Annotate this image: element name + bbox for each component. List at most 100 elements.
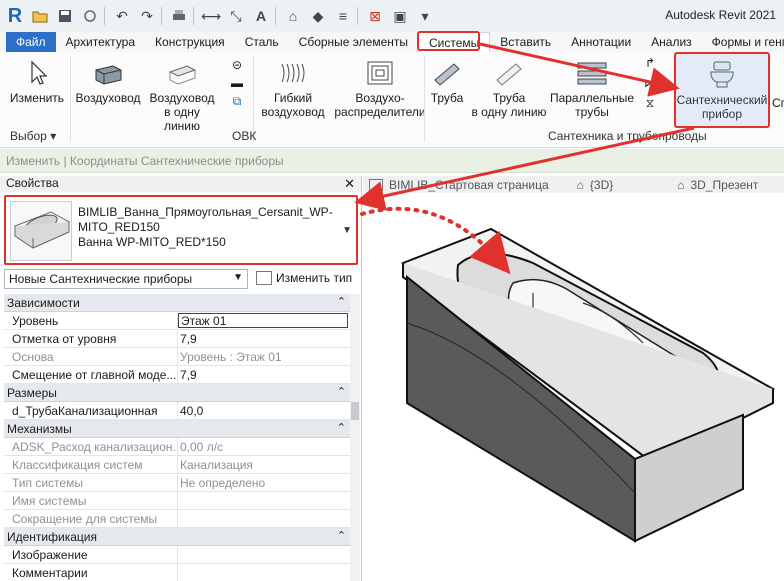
measure-icon[interactable]: ⟷	[200, 5, 222, 27]
open-icon[interactable]	[29, 5, 51, 27]
image-value[interactable]	[178, 546, 350, 563]
3d-view-icon[interactable]: ⌂	[282, 5, 304, 27]
sprinkler-label: Сп	[772, 96, 784, 110]
sync-icon[interactable]	[79, 5, 101, 27]
ribbon-tabs: Файл Архитектура Конструкция Сталь Сборн…	[0, 32, 784, 52]
offset-value[interactable]: 7,9	[178, 366, 350, 383]
duct-icon	[95, 65, 122, 85]
text-icon[interactable]: A	[250, 5, 272, 27]
view-tab-presentation[interactable]: ⌂ 3D_Презент	[677, 178, 758, 192]
property-row: Уровень Этаж 01	[4, 312, 350, 330]
view-tab-3d[interactable]: ⌂ {3D}	[577, 178, 614, 192]
type-dropdown-icon[interactable]: ▼	[342, 225, 352, 236]
parallel-pipes-icon	[577, 62, 607, 85]
tab-architecture[interactable]: Архитектура	[56, 32, 146, 52]
revit-window: R ↶ ↷ ⟷ ⤡ A ⌂ ◆ ≡ ⊠ ▣ ▾ Autodesk Revit 2…	[0, 0, 784, 581]
modify-button[interactable]: Изменить	[6, 60, 68, 105]
qat-menu-icon[interactable]: ▾	[414, 5, 436, 27]
3d-viewport[interactable]	[363, 193, 784, 581]
duct-accessory-icon[interactable]: ▬	[226, 76, 248, 94]
tab-analyze[interactable]: Анализ	[641, 32, 702, 52]
cursor-icon	[31, 60, 48, 85]
edit-type-button[interactable]: Изменить тип	[254, 269, 358, 289]
dimension-icon[interactable]: ⤡	[225, 5, 247, 27]
tab-steel[interactable]: Сталь	[235, 32, 289, 52]
property-row: Тип системы Не определено	[4, 474, 350, 492]
parallel-pipes-button[interactable]: Параллельные трубы	[548, 60, 636, 119]
drain-pipe-value[interactable]: 40,0	[178, 402, 350, 419]
tab-annotate[interactable]: Аннотации	[561, 32, 641, 52]
duct-fitting-icon[interactable]: ⊝	[226, 58, 248, 76]
qat-separator	[275, 7, 276, 25]
section-icon[interactable]: ◆	[307, 5, 329, 27]
panel-select-label[interactable]: Выбор ▾	[10, 129, 56, 143]
duct-fittings-group: ⊝ ▬ ⧉	[226, 58, 248, 112]
undo-icon[interactable]: ↶	[111, 5, 133, 27]
group-identity[interactable]: Идентификация ⌃	[4, 528, 350, 546]
view-tabs: BIMLIB_Стартовая страница ⌂ {3D} ⌂ 3D_През…	[363, 176, 784, 193]
air-terminal-button[interactable]: Воздухо- распределители	[333, 60, 427, 119]
collapse-icon[interactable]: ⌃	[337, 295, 346, 308]
property-row: ADSK_Расход канализацион... 0,00 л/с	[4, 438, 350, 456]
group-mechanical[interactable]: Механизмы ⌃	[4, 420, 350, 438]
chevron-down-icon: ▼	[233, 272, 243, 283]
duct-label: Воздуховод	[75, 91, 141, 105]
property-row: Основа Уровень : Этаж 01	[4, 348, 350, 366]
property-row: Отметка от уровня 7,9	[4, 330, 350, 348]
pipe-fitting-icon[interactable]: ↱	[640, 56, 660, 76]
options-bar-hint: Изменить | Координаты Сантехнические при…	[0, 149, 784, 173]
systems-tab-highlight	[417, 31, 480, 51]
save-icon[interactable]	[54, 5, 76, 27]
scrollbar-thumb[interactable]	[351, 402, 359, 420]
switch-windows-icon[interactable]: ▣	[389, 5, 411, 27]
pipe-placeholder-button[interactable]: Труба в одну линию	[470, 60, 548, 119]
collapse-icon[interactable]: ⌃	[337, 529, 346, 542]
properties-palette: Свойства ✕ BIMLIB_Ванна_Прямоугольная_Ce…	[0, 176, 362, 581]
parallel-pipes-label: Параллельные трубы	[549, 91, 635, 119]
duct-button[interactable]: Воздуховод	[72, 60, 144, 105]
collapse-icon[interactable]: ⌃	[337, 385, 346, 398]
tab-precast[interactable]: Сборные элементы	[289, 32, 418, 52]
sprinkler-button[interactable]: Сп	[772, 96, 784, 110]
air-terminal-icon	[367, 61, 393, 85]
panel-plumbing-label: Сантехника и трубопроводы	[548, 129, 707, 143]
properties-scrollbar[interactable]	[350, 294, 360, 581]
quick-access-toolbar: R ↶ ↷ ⟷ ⤡ A ⌂ ◆ ≡ ⊠ ▣ ▾ Autodesk Revit 2…	[0, 0, 784, 32]
level-value-input[interactable]: Этаж 01	[178, 313, 348, 328]
pipe-icon	[434, 63, 460, 86]
close-icon[interactable]: ✕	[344, 176, 355, 192]
tab-file[interactable]: Файл	[6, 32, 56, 52]
redo-icon[interactable]: ↷	[136, 5, 158, 27]
collapse-icon[interactable]: ⌃	[337, 421, 346, 434]
pipe-accessory-icon[interactable]: ⋈	[640, 76, 660, 96]
elevation-value[interactable]: 7,9	[178, 330, 350, 347]
pipe-placeholder-label: Труба в одну линию	[471, 91, 547, 119]
modify-label: Изменить	[9, 91, 65, 105]
convert-duct-icon[interactable]: ⧉	[226, 94, 248, 112]
3d-view-icon: ⌂	[576, 177, 584, 192]
pipe-button[interactable]: Труба	[426, 60, 468, 105]
window-title: Autodesk Revit 2021	[665, 8, 776, 22]
edit-type-icon	[256, 271, 272, 285]
air-terminal-label: Воздухо- распределители	[334, 91, 426, 119]
group-constraints[interactable]: Зависимости ⌃	[4, 294, 350, 312]
instance-filter-row: Новые Сантехнические приборы ▼ Изменить …	[4, 269, 358, 291]
flex-pipe-icon[interactable]: ⧖	[640, 96, 660, 116]
duct-placeholder-button[interactable]: Воздуховод в одну линию	[145, 60, 219, 133]
tab-structure[interactable]: Конструкция	[145, 32, 235, 52]
flex-duct-button[interactable]: Гибкий воздуховод	[258, 60, 328, 119]
comments-value[interactable]	[178, 564, 350, 581]
group-dimensions[interactable]: Размеры ⌃	[4, 384, 350, 402]
view-tab-start[interactable]: BIMLIB_Стартовая страница	[369, 178, 549, 192]
print-icon[interactable]	[168, 5, 190, 27]
thin-lines-icon[interactable]: ≡	[332, 5, 354, 27]
property-row: Комментарии	[4, 564, 350, 581]
type-selector[interactable]: BIMLIB_Ванна_Прямоугольная_Cersanit_WP- …	[4, 195, 358, 265]
close-windows-icon[interactable]: ⊠	[364, 5, 386, 27]
tab-massing[interactable]: Формы и генп.	[702, 32, 784, 52]
pipe-label: Труба	[430, 91, 464, 105]
instance-filter-select[interactable]: Новые Сантехнические приборы ▼	[4, 269, 248, 289]
revit-logo[interactable]: R	[4, 5, 26, 27]
tab-insert[interactable]: Вставить	[490, 32, 561, 52]
properties-header: Свойства ✕	[0, 176, 361, 192]
